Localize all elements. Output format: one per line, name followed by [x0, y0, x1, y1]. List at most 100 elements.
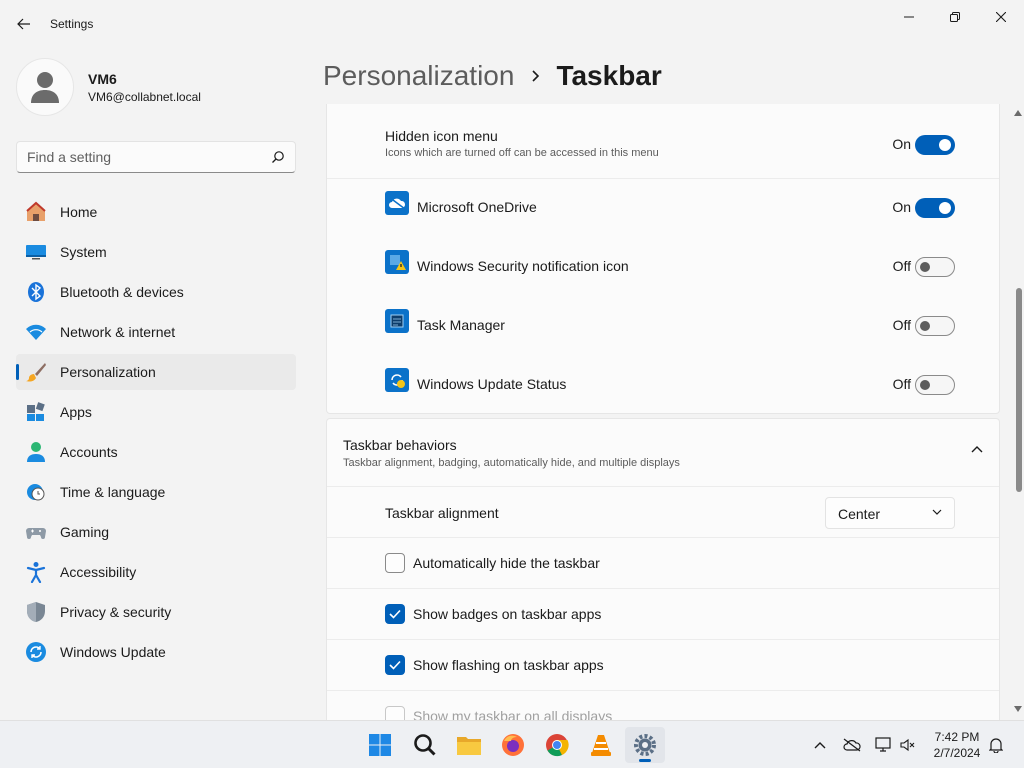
firefox-button[interactable]: [493, 727, 533, 763]
auto-hide-checkbox[interactable]: [385, 553, 405, 573]
close-icon: [996, 12, 1006, 22]
sidebar-item-gaming[interactable]: Gaming: [16, 514, 296, 550]
onedrive-row: Microsoft OneDrive On: [327, 179, 999, 238]
profile-email: VM6@collabnet.local: [88, 89, 201, 104]
scroll-up-arrow-icon[interactable]: [1014, 110, 1022, 116]
back-button[interactable]: [10, 10, 38, 38]
start-icon: [369, 734, 391, 756]
scrollbar[interactable]: [1012, 104, 1024, 720]
hidden-icon-menu-title: Hidden icon menu: [385, 128, 498, 144]
scroll-down-arrow-icon[interactable]: [1014, 706, 1022, 712]
all-displays-checkbox[interactable]: [385, 706, 405, 720]
sidebar-item-system[interactable]: System: [16, 234, 296, 270]
maximize-button[interactable]: [932, 2, 978, 32]
sidebar-item-privacy-security[interactable]: Privacy & security: [16, 594, 296, 630]
clock-date: 2/7/2024: [933, 746, 981, 760]
file-explorer-icon: [457, 737, 481, 755]
scrollbar-thumb[interactable]: [1016, 288, 1022, 492]
file-explorer-button[interactable]: [449, 727, 489, 763]
taskbar-search-button[interactable]: [405, 727, 445, 763]
shield-icon: [25, 601, 47, 623]
window-title: Settings: [50, 17, 94, 31]
checkmark-icon: [389, 660, 401, 670]
clock-globe-icon: [25, 481, 47, 503]
taskbar-clock[interactable]: 7:42 PM 2/7/2024: [926, 729, 988, 761]
brush-icon: [25, 361, 47, 383]
sidebar-item-bluetooth[interactable]: Bluetooth & devices: [16, 274, 296, 310]
hidden-icon-menu-row: Hidden icon menu Icons which are turned …: [327, 104, 999, 179]
taskbar-alignment-row: Taskbar alignment Center: [327, 487, 999, 538]
title-bar: Settings: [0, 0, 1024, 48]
settings-taskbar-button[interactable]: [625, 727, 665, 763]
gamepad-icon: [25, 521, 47, 543]
windows-update-status-toggle[interactable]: [915, 375, 955, 395]
task-manager-row: Task Manager Off: [327, 297, 999, 356]
show-badges-checkbox[interactable]: [385, 604, 405, 624]
restore-icon: [950, 12, 960, 22]
sidebar-item-personalization[interactable]: Personalization: [16, 354, 296, 390]
taskbar-behaviors-title: Taskbar behaviors: [343, 437, 457, 453]
vlc-button[interactable]: [581, 727, 621, 763]
task-manager-icon: [385, 309, 409, 333]
vlc-icon: [591, 735, 611, 756]
system-icon: [25, 241, 47, 263]
user-profile[interactable]: VM6 VM6@collabnet.local: [16, 56, 201, 118]
notification-bell-icon[interactable]: [986, 735, 1006, 755]
show-badges-row: Show badges on taskbar apps: [327, 589, 999, 640]
taskbar-alignment-dropdown[interactable]: Center: [825, 497, 955, 529]
chrome-button[interactable]: [537, 727, 577, 763]
avatar: [16, 58, 74, 116]
toggle-state-text: On: [892, 136, 911, 152]
windows-security-row: Windows Security notification icon Off: [327, 238, 999, 297]
active-app-indicator: [639, 759, 651, 762]
search-icon: [414, 734, 436, 756]
onedrive-icon: [385, 191, 409, 215]
sidebar-item-time-language[interactable]: Time & language: [16, 474, 296, 510]
all-displays-row: Show my taskbar on all displays: [327, 691, 999, 720]
breadcrumb-parent[interactable]: Personalization: [323, 60, 514, 92]
clock-time: 7:42 PM: [934, 730, 980, 744]
back-arrow-icon: [17, 18, 30, 30]
accessibility-icon: [25, 561, 47, 583]
task-manager-toggle[interactable]: [915, 316, 955, 336]
apps-icon: [25, 401, 47, 423]
settings-icon: [634, 734, 656, 756]
minimize-button[interactable]: [886, 2, 932, 32]
start-button[interactable]: [360, 727, 400, 763]
network-tray-icon[interactable]: [874, 735, 894, 755]
chrome-icon: [546, 734, 569, 757]
taskbar-behaviors-subtitle: Taskbar alignment, badging, automaticall…: [343, 457, 680, 469]
bluetooth-icon: [25, 281, 47, 303]
search-input[interactable]: [17, 142, 257, 172]
search-box[interactable]: [16, 141, 296, 173]
close-button[interactable]: [978, 2, 1024, 32]
volume-muted-icon[interactable]: [898, 735, 918, 755]
sidebar-item-home[interactable]: Home: [16, 194, 296, 230]
security-warning-icon: [385, 250, 409, 274]
onedrive-tray-icon[interactable]: [842, 735, 862, 755]
hidden-icon-menu-card: Hidden icon menu Icons which are turned …: [326, 104, 1000, 414]
chevron-up-icon[interactable]: [810, 735, 830, 755]
sidebar-item-accounts[interactable]: Accounts: [16, 434, 296, 470]
page-title: Taskbar: [556, 60, 662, 91]
sidebar-item-apps[interactable]: Apps: [16, 394, 296, 430]
accounts-icon: [25, 441, 47, 463]
profile-name: VM6: [88, 70, 117, 87]
taskbar-behaviors-header[interactable]: Taskbar behaviors Taskbar alignment, bad…: [327, 419, 999, 487]
taskbar-behaviors-card: Taskbar behaviors Taskbar alignment, bad…: [326, 418, 1000, 720]
onedrive-toggle[interactable]: [915, 198, 955, 218]
person-icon: [31, 72, 59, 103]
sidebar-item-accessibility[interactable]: Accessibility: [16, 554, 296, 590]
show-flashing-checkbox[interactable]: [385, 655, 405, 675]
home-icon: [25, 201, 47, 223]
update-status-icon: [385, 368, 409, 392]
taskbar: 7:42 PM 2/7/2024: [0, 720, 1024, 768]
sidebar-item-network[interactable]: Network & internet: [16, 314, 296, 350]
sidebar-item-windows-update[interactable]: Windows Update: [16, 634, 296, 670]
windows-security-toggle[interactable]: [915, 257, 955, 277]
windows-update-status-row: Windows Update Status Off: [327, 356, 999, 415]
update-icon: [25, 641, 47, 663]
checkmark-icon: [389, 609, 401, 619]
breadcrumb: Personalization Taskbar: [323, 58, 662, 94]
hidden-icon-menu-toggle[interactable]: [915, 135, 955, 155]
